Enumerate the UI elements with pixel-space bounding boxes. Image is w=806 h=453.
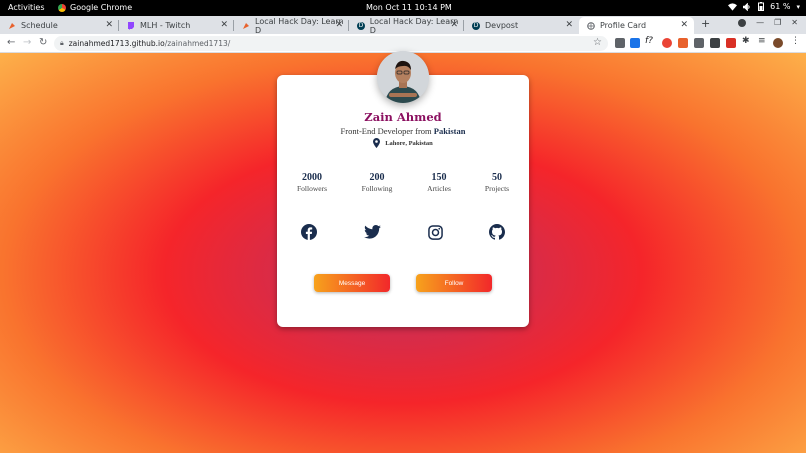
chrome-icon — [58, 3, 66, 12]
twitch-favicon-icon — [127, 21, 135, 30]
twitter-icon[interactable] — [363, 223, 381, 241]
tab-twitch[interactable]: MLH - Twitch ✕ — [119, 17, 234, 34]
location-text: Lahore, Pakistan — [385, 139, 433, 147]
window-controls: — ❐ ✕ — [738, 18, 798, 27]
url-host: zainahmed1713.github.io — [68, 39, 165, 48]
profile-name: Zain Ahmed — [364, 110, 442, 124]
mlh-favicon-icon — [242, 22, 250, 30]
back-icon[interactable]: ← — [7, 37, 15, 48]
tab-profile-card[interactable]: Profile Card ✕ — [579, 17, 694, 34]
globe-favicon-icon — [587, 21, 595, 30]
stat-label: Following — [361, 184, 393, 193]
volume-icon — [743, 2, 750, 11]
facebook-icon[interactable] — [300, 223, 318, 241]
menu-kebab-icon[interactable]: ⋮ — [791, 36, 801, 46]
close-icon[interactable]: ✕ — [105, 20, 113, 30]
stat-value: 150 — [431, 172, 447, 183]
instagram-icon[interactable] — [426, 223, 444, 241]
profile-avatar-icon[interactable] — [773, 38, 783, 48]
follow-button[interactable]: Follow — [416, 274, 492, 292]
stat-followers: 2000 Followers — [282, 172, 342, 193]
screenshot-extension-icon[interactable] — [694, 38, 704, 48]
activities-button[interactable]: Activities — [8, 3, 45, 12]
close-icon[interactable]: ✕ — [220, 20, 228, 30]
stat-value: 50 — [492, 172, 502, 183]
role-text: Front-End Developer from — [340, 126, 434, 136]
minimize-icon[interactable]: — — [756, 18, 764, 27]
message-button[interactable]: Message — [314, 274, 390, 292]
battery-icon — [758, 2, 765, 11]
translate-extension-icon[interactable] — [630, 38, 640, 48]
stat-projects: 50 Projects — [467, 172, 527, 193]
tab-local-hack-day-2[interactable]: D Local Hack Day: Learn D ✕ — [349, 17, 464, 35]
profile-photo — [377, 51, 429, 103]
tab-local-hack-day-1[interactable]: Local Hack Day: Learn D ✕ — [234, 17, 349, 35]
close-icon[interactable]: ✕ — [335, 20, 343, 30]
tab-schedule[interactable]: Schedule ✕ — [0, 17, 119, 34]
stat-label: Followers — [297, 184, 327, 193]
stat-label: Articles — [427, 184, 451, 193]
power-menu-icon: ▾ — [796, 2, 800, 11]
app-menu[interactable]: Google Chrome — [58, 3, 132, 12]
wifi-icon — [728, 2, 738, 11]
stat-value: 2000 — [302, 172, 322, 183]
battery-percentage: 61 % — [770, 2, 791, 11]
github-icon[interactable] — [488, 223, 506, 241]
extension-icon[interactable] — [678, 38, 688, 48]
tab-strip: Schedule ✕ MLH - Twitch ✕ Local Hack Day… — [0, 16, 806, 35]
profile-role: Front-End Developer from Pakistan — [277, 126, 529, 136]
stat-following: 200 Following — [347, 172, 407, 193]
schedule-favicon-icon — [8, 22, 16, 30]
devpost-favicon-icon: D — [472, 21, 480, 30]
profile-location: Lahore, Pakistan — [277, 138, 529, 148]
extension-icon[interactable] — [726, 38, 736, 48]
close-icon[interactable]: ✕ — [565, 20, 573, 30]
map-pin-icon — [373, 138, 381, 148]
reading-list-icon[interactable]: ≡ — [758, 36, 768, 46]
bookmark-star-icon[interactable]: ☆ — [593, 37, 602, 48]
avatar — [377, 51, 429, 103]
extension-icon[interactable] — [615, 38, 625, 48]
stat-label: Projects — [484, 184, 510, 193]
puzzle-extensions-icon[interactable]: ✱ — [742, 36, 752, 46]
close-icon[interactable]: ✕ — [450, 20, 458, 30]
tab-title: Devpost — [485, 21, 519, 30]
restore-icon[interactable]: ❐ — [774, 18, 781, 27]
new-tab-button[interactable]: + — [701, 17, 710, 30]
close-icon[interactable]: ✕ — [680, 20, 688, 30]
system-top-bar: Activities Google Chrome Mon Oct 11 10:1… — [0, 0, 806, 16]
app-name: Google Chrome — [70, 3, 133, 12]
extension-icon[interactable] — [710, 38, 720, 48]
tab-title: MLH - Twitch — [140, 21, 191, 30]
tab-title: Profile Card — [600, 21, 647, 30]
system-tray[interactable]: 61 % ▾ — [728, 2, 800, 11]
forward-icon[interactable]: → — [23, 37, 31, 48]
reload-icon[interactable]: ↻ — [39, 37, 47, 48]
stat-articles: 150 Articles — [409, 172, 469, 193]
address-bar[interactable]: 🔒︎ zainahmed1713.github.io/zainahmed1713… — [54, 36, 608, 51]
tab-search-icon[interactable] — [738, 18, 747, 27]
font-extension-icon[interactable]: f? — [645, 36, 655, 46]
tab-devpost[interactable]: D Devpost ✕ — [464, 17, 579, 34]
clock[interactable]: Mon Oct 11 10:14 PM — [366, 3, 452, 12]
color-picker-extension-icon[interactable] — [662, 38, 672, 48]
country-text: Pakistan — [433, 126, 466, 136]
devpost-favicon-icon: D — [357, 21, 365, 30]
stat-value: 200 — [369, 172, 385, 183]
url-path: /zainahmed1713/ — [164, 39, 231, 48]
close-window-icon[interactable]: ✕ — [791, 18, 798, 27]
lock-icon[interactable]: 🔒︎ — [60, 39, 64, 48]
tab-title: Schedule — [21, 21, 58, 30]
